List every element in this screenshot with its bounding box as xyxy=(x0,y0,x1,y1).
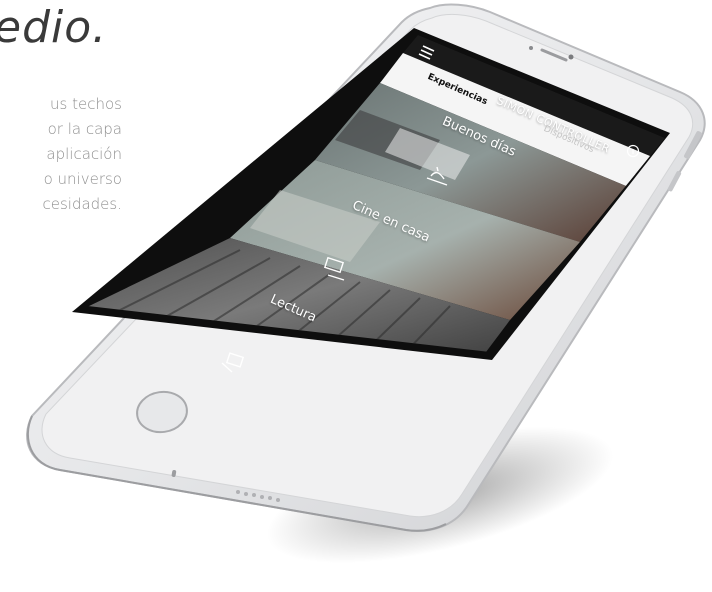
phone-illustration xyxy=(26,3,706,532)
front-camera xyxy=(568,54,574,60)
phone-mockup: SIMON CONTROLLER Experiencias Dispositiv… xyxy=(0,0,712,592)
